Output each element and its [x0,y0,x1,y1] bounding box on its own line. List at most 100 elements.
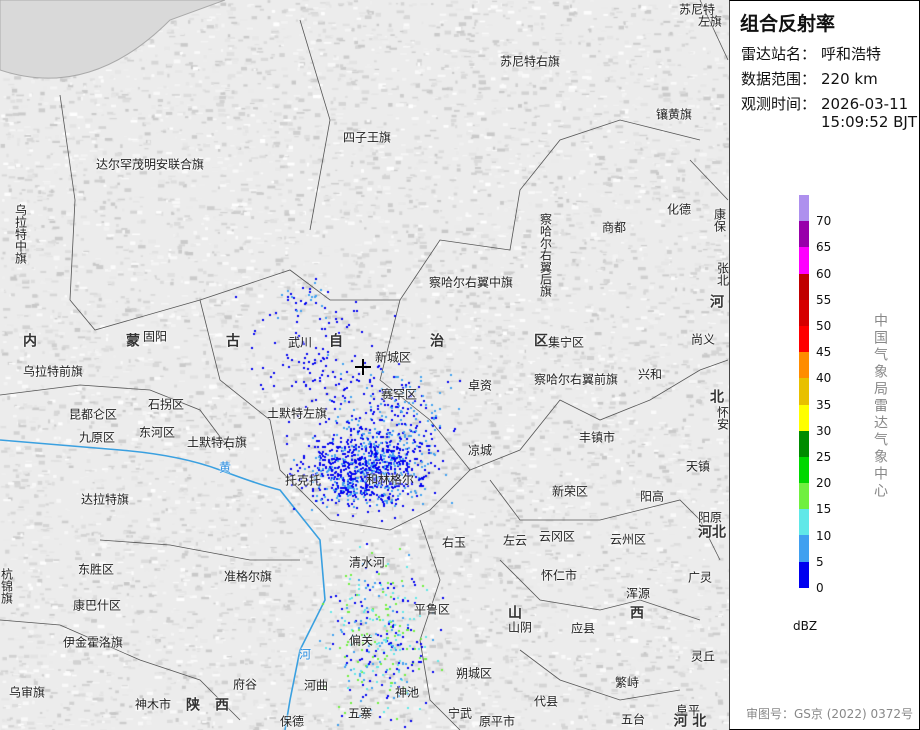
region-label: 西 [215,697,229,714]
legend-tick: 30 [816,423,832,438]
place-label: 凉城 [467,443,493,458]
place-label: 平鲁区 [413,602,451,617]
place-label: 九原区 [78,430,116,445]
place-label: 云州区 [609,532,647,547]
place-label: 宁武 [447,706,473,721]
place-label: 和林格尔 [365,472,415,487]
place-label: 固阳 [142,329,168,344]
place-label: 保德 [279,714,305,729]
place-label: 镶黄旗 [655,107,693,122]
place-label: 左云 [502,533,528,548]
place-label: 察哈尔右翼后旗 [538,213,553,297]
approval-number: 审图号：GS京 (2022) 0372号 [746,707,913,721]
legend-tick: 55 [816,292,832,307]
place-label: 化德 [666,202,692,217]
place-label: 卓资 [467,378,493,393]
place-label: 神池 [394,685,420,700]
legend-tick: 25 [816,450,832,464]
place-label: 杭锦旗 [0,568,14,604]
legend-tick: 50 [816,319,832,333]
region-label: 蒙 [126,333,140,350]
place-label: 新城区 [374,350,412,365]
place-label: 丰镇市 [578,430,616,445]
legend-tick: 20 [816,476,832,491]
range-value: 220 km [821,70,878,88]
region-label: 自 [329,333,343,350]
region-label: 治 [430,333,444,350]
legend-tick: 45 [816,345,832,360]
legend-swatch [799,483,809,510]
place-label: 五台 [620,712,646,727]
place-label: 应县 [570,621,596,636]
place-label: 伊金霍洛旗 [62,635,124,650]
place-label: 土默特左旗 [266,406,328,421]
place-label: 右玉 [441,535,467,550]
place-label: 兴和 [637,367,663,382]
place-label: 河 [710,294,724,311]
place-label: 浑源 [625,586,651,601]
legend-swatch [799,535,809,562]
place-label: 土默特右旗 [186,435,248,450]
place-label: 神木市 [134,697,172,712]
legend-swatch [799,299,809,326]
region-label: 河 北 [673,713,707,730]
legend-swatch [799,352,809,379]
place-label: 乌拉特中旗 [13,204,28,264]
place-label: 广灵 [687,570,713,585]
region-label: 古 [226,333,240,350]
place-label: 尚义 [690,332,716,347]
place-label: 昆都仑区 [68,407,118,422]
place-label: 康巴什区 [72,598,122,613]
place-label: 托克托 [284,473,322,488]
region-label: 陕 [186,697,200,714]
place-label: 清水河 [348,555,386,570]
region-label: 山 [508,605,522,622]
place-label: 河北 [698,524,726,541]
vendor-text: 中国气象局雷达气象中心 [872,313,888,500]
station-row: 雷达站名： 呼和浩特 [741,43,881,64]
legend-swatch [799,273,809,300]
range-label: 数据范围： [741,70,817,88]
place-label: 府谷 [232,677,258,692]
radar-map[interactable]: 苏尼特 左旗 苏尼特右旗 四子王旗 达尔罕茂明安联合旗 镶黄旗 乌拉特中旗 察哈尔右翼中旗 察哈… [0,0,729,730]
legend-swatch [799,325,809,353]
place-label: 察哈尔右翼中旗 [428,275,514,290]
place-label: 新荣区 [551,484,589,499]
place-label: 乌拉特前旗 [22,364,84,379]
time-row: 观测时间： 2026-03-11 [741,93,908,114]
place-label: 康保 [712,208,727,232]
place-label: 石拐区 [147,397,185,412]
place-label: 乌审旗 [8,685,46,700]
legend-tick: 60 [816,266,832,281]
place-label: 察哈尔右翼前旗 [533,372,619,387]
legend-tick: 70 [816,214,832,229]
place-label: 怀安 [715,406,730,430]
info-panel: 组合反射率 雷达站名： 呼和浩特 数据范围： 220 km 观测时间： 2026-03… [729,0,920,730]
region-label: 区 [534,333,548,350]
legend-swatch [799,430,809,457]
station-label: 雷达站名： [741,45,817,63]
place-label: 天镇 [685,459,711,474]
place-label: 左旗 [697,14,723,29]
legend-tick: 35 [816,397,832,412]
place-label: 张北 [715,262,730,286]
legend-swatch [799,509,809,536]
place-label: 山阴 [507,620,533,635]
legend-tick: 40 [816,371,832,386]
place-label: 灵丘 [690,649,716,664]
place-label: 达尔罕茂明安联合旗 [95,157,205,172]
legend-swatch [799,247,809,274]
legend-unit: dBZ [793,619,818,633]
legend-tick: 0 [816,581,824,595]
legend-swatch [799,195,809,222]
region-label: 内 [23,333,37,350]
place-label: 东胜区 [77,562,115,577]
place-label: 赛罕区 [380,387,418,402]
place-label: 原平市 [478,714,516,729]
legend-tick: 5 [816,554,824,569]
legend-swatch [799,456,809,484]
place-label: 阳高 [639,489,665,504]
radar-station-crosshair-icon [355,359,371,375]
place-label: 准格尔旗 [223,569,273,584]
product-title: 组合反射率 [740,13,836,35]
